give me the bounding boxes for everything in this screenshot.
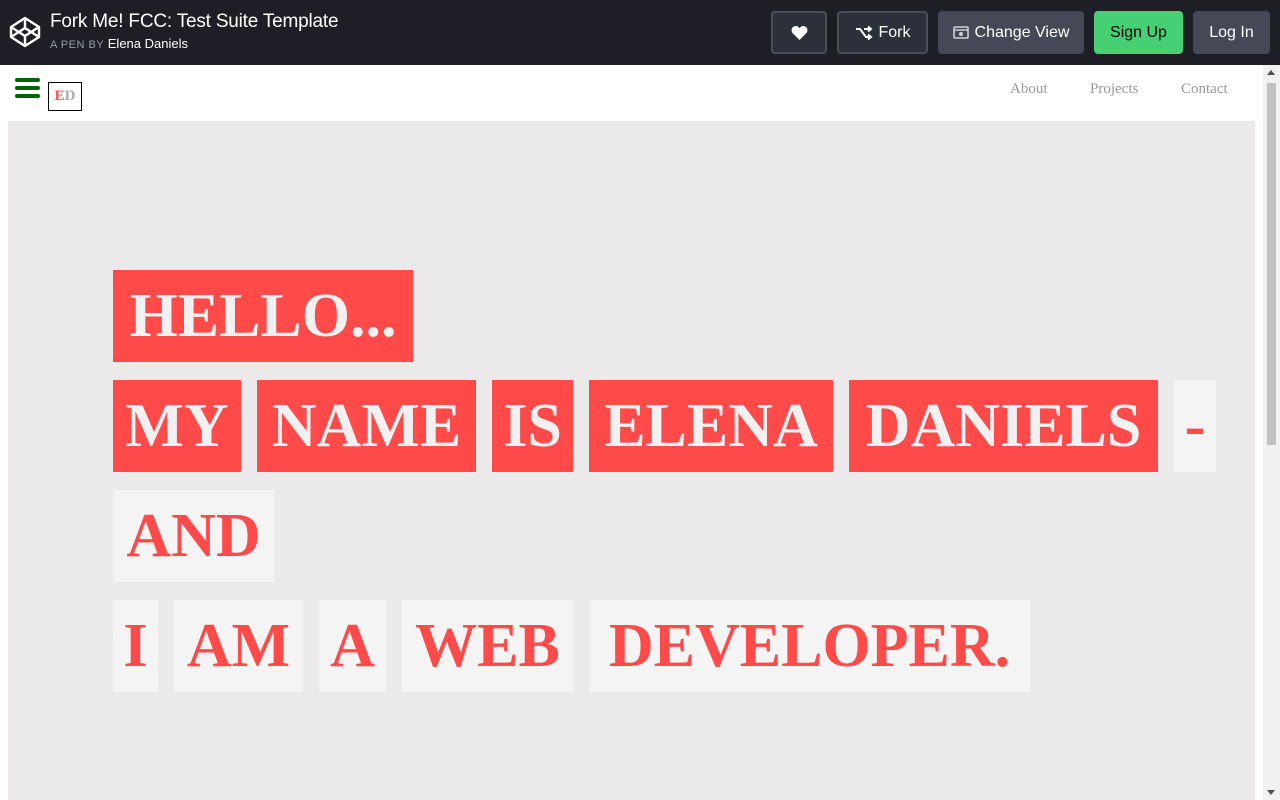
hero-word: IS: [492, 380, 573, 472]
hero-word: AM: [174, 600, 303, 692]
pen-title: Fork Me! FCC: Test Suite Template: [50, 11, 339, 32]
hero-word: WEB: [402, 600, 573, 692]
author-link[interactable]: Elena Daniels: [108, 36, 188, 51]
fork-button[interactable]: Fork: [837, 11, 928, 54]
fork-icon: [855, 25, 873, 40]
hero-section: HELLO... MY NAME IS ELENA DANIELS - AND …: [8, 121, 1255, 800]
window-icon: [952, 26, 969, 39]
heart-button[interactable]: [771, 11, 827, 54]
hero-word: I: [113, 600, 158, 692]
preview-scrollbar[interactable]: [1263, 65, 1280, 800]
codepen-header: Fork Me! FCC: Test Suite Template A PEN …: [0, 0, 1280, 65]
codepen-logo-icon[interactable]: [9, 16, 41, 48]
scroll-up-arrow-icon[interactable]: [1267, 70, 1275, 75]
fork-label: Fork: [878, 23, 911, 41]
site-nav: About Projects Contact: [0, 81, 1280, 101]
byline-prefix: A PEN BY: [50, 39, 105, 51]
hero-word: MY: [113, 380, 241, 472]
hero-word: AND: [113, 490, 274, 582]
scrollbar-thumb[interactable]: [1267, 83, 1276, 445]
nav-link-projects[interactable]: Projects: [1090, 81, 1138, 98]
change-view-button[interactable]: Change View: [938, 11, 1084, 54]
hero-word: A: [319, 600, 386, 692]
hero-word: DANIELS: [849, 380, 1158, 472]
pen-byline: A PEN BY Elena Daniels: [50, 36, 188, 51]
change-view-label: Change View: [974, 23, 1070, 41]
log-in-button[interactable]: Log In: [1193, 11, 1270, 54]
hero-word: NAME: [257, 380, 476, 472]
scroll-down-arrow-icon[interactable]: [1267, 790, 1275, 795]
pen-preview: ED About Projects Contact HELLO... MY NA…: [0, 65, 1280, 800]
nav-link-contact[interactable]: Contact: [1181, 81, 1228, 98]
heart-icon: [791, 26, 807, 40]
hero-word: DEVELOPER.: [589, 600, 1030, 692]
hero-word: HELLO...: [113, 270, 413, 362]
sign-up-button[interactable]: Sign Up: [1094, 11, 1183, 54]
hero-word: -: [1174, 380, 1216, 472]
hero-word: ELENA: [589, 380, 833, 472]
nav-link-about[interactable]: About: [1010, 81, 1048, 98]
